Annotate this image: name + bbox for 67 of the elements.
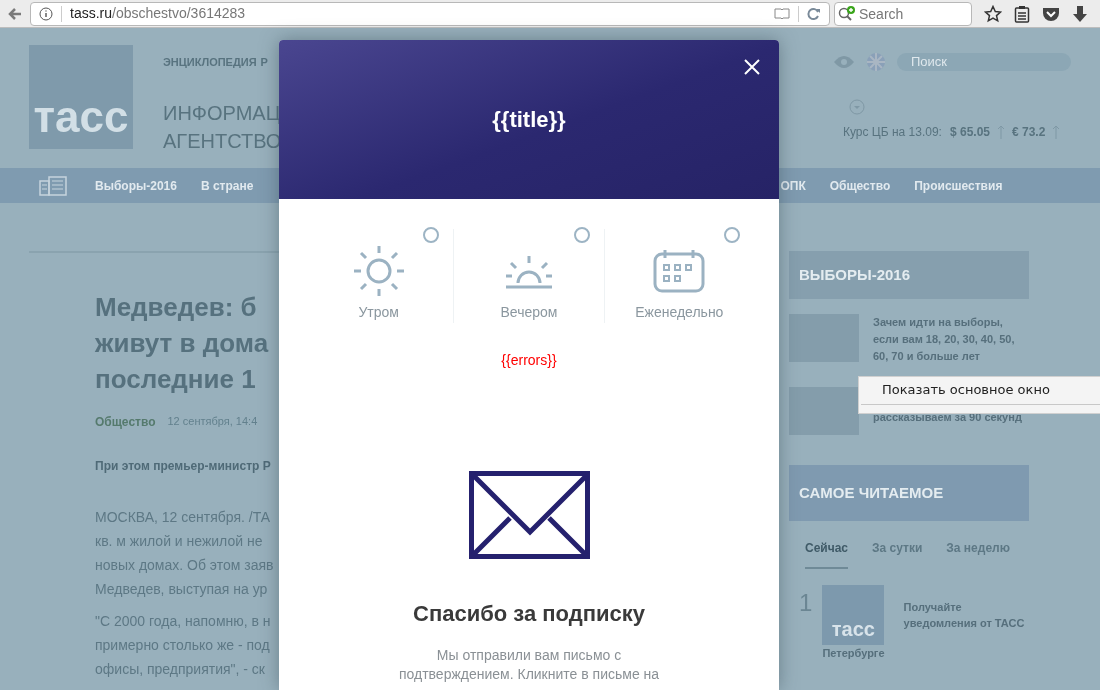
nav-link[interactable]: ЭНЦИКЛОПЕДИЯ — [163, 53, 257, 71]
nav-item[interactable]: Происшествия — [914, 176, 1003, 195]
photo-placeholder — [789, 314, 859, 362]
option-label[interactable]: Утром — [358, 302, 399, 323]
radio-button[interactable] — [423, 227, 440, 243]
thanks-title: Спасибо за подписку — [413, 600, 645, 628]
popular-tab[interactable]: Сейчас — [805, 539, 849, 569]
rate-value: $ 65.05 — [949, 124, 990, 141]
news-link[interactable]: Зачем идти на выборы, если вам 18, 20, 30, 40, 50, 60, 70 и больше лет — [873, 314, 1029, 365]
article-text-line: кв. м жилой и нежилой не — [95, 532, 263, 551]
agency-name: ИНФОРМАЦ — [163, 101, 281, 126]
article-text-line: примерно столько же - под — [95, 636, 270, 655]
site-search-field[interactable]: Поиск — [897, 53, 1071, 71]
reload-icon[interactable] — [807, 6, 821, 21]
news-caption: Петербурге — [822, 646, 885, 661]
dialog-title: {{title}} — [492, 106, 566, 134]
download-icon[interactable] — [1072, 4, 1088, 23]
sun-icon — [352, 244, 405, 297]
info-icon[interactable] — [39, 6, 53, 21]
thanks-message: Мы отправили вам письмо с подтверждением. Кликните в письме на — [397, 646, 661, 684]
article-text-line: Медведев, выступая на ур — [95, 580, 268, 599]
popular-tab[interactable]: За сутки — [872, 539, 923, 569]
up-arrow-icon — [998, 125, 1004, 139]
agency-name: АГЕНТСТВО — [163, 129, 282, 154]
thumbnail-logo: тасс — [822, 585, 885, 645]
up-arrow-icon — [1053, 125, 1060, 139]
section-header: САМОЕ ЧИТАЕМОЕ — [789, 465, 1029, 521]
option-label[interactable]: Еженедельно — [635, 302, 724, 323]
close-button[interactable] — [743, 58, 761, 76]
nav-item[interactable]: Общество — [829, 176, 891, 195]
rates-label: Курс ЦБ на 13.09: — [843, 124, 942, 141]
article-text-line: МОСКВА, 12 сентября. /ТА — [95, 508, 271, 527]
calendar-icon — [653, 248, 706, 293]
radio-button[interactable] — [724, 227, 740, 243]
newspaper-icon[interactable] — [39, 175, 67, 196]
site-logo[interactable]: тасс — [29, 45, 133, 149]
error-text: {{errors}} — [501, 351, 557, 370]
notification-prompt: Получайте уведомления от ТАСС — [903, 600, 1026, 631]
article-headline: живут в дома — [95, 327, 269, 360]
bookmark-star-icon[interactable] — [984, 4, 1002, 23]
url-text: tass.ru/obschestvo/3614283 — [70, 4, 247, 23]
article-section[interactable]: Общество — [95, 413, 156, 431]
nav-link[interactable]: Р — [260, 53, 268, 71]
nav-item[interactable]: Выборы-2016 — [95, 176, 177, 195]
article-text-line: новых домах. Об этом заяв — [95, 556, 274, 575]
clipboard-list-icon[interactable] — [1014, 4, 1030, 23]
menu-item[interactable]: Показать основное окно — [859, 377, 1100, 403]
address-bar[interactable]: tass.ru/obschestvo/3614283 — [30, 1, 830, 26]
nav-item[interactable]: В стране — [200, 176, 254, 195]
article-headline: последние 1 — [95, 363, 256, 396]
rate-value: € 73.2 — [1012, 124, 1046, 141]
radio-button[interactable] — [573, 227, 590, 243]
article-headline: Медведев: б — [95, 291, 257, 324]
photo-placeholder — [789, 387, 859, 435]
back-arrow-icon — [8, 6, 22, 21]
option-label[interactable]: Вечером — [500, 302, 558, 323]
article-text-line: "С 2000 года, напомню, в н — [95, 612, 271, 631]
search-icon — [838, 5, 856, 22]
pocket-icon[interactable] — [1042, 5, 1060, 22]
reader-view-icon[interactable] — [774, 7, 790, 20]
article-text-line: офисы, предприятия", - ск — [95, 660, 265, 679]
search-field[interactable]: Search — [834, 1, 972, 26]
envelope-icon — [468, 471, 590, 559]
nav-item[interactable]: ОПК — [780, 176, 806, 195]
section-header: ВЫБОРЫ-2016 — [789, 251, 1029, 299]
popular-tab[interactable]: За неделю — [946, 539, 1010, 569]
article-lead: При этом премьер-министр Р — [95, 458, 271, 475]
